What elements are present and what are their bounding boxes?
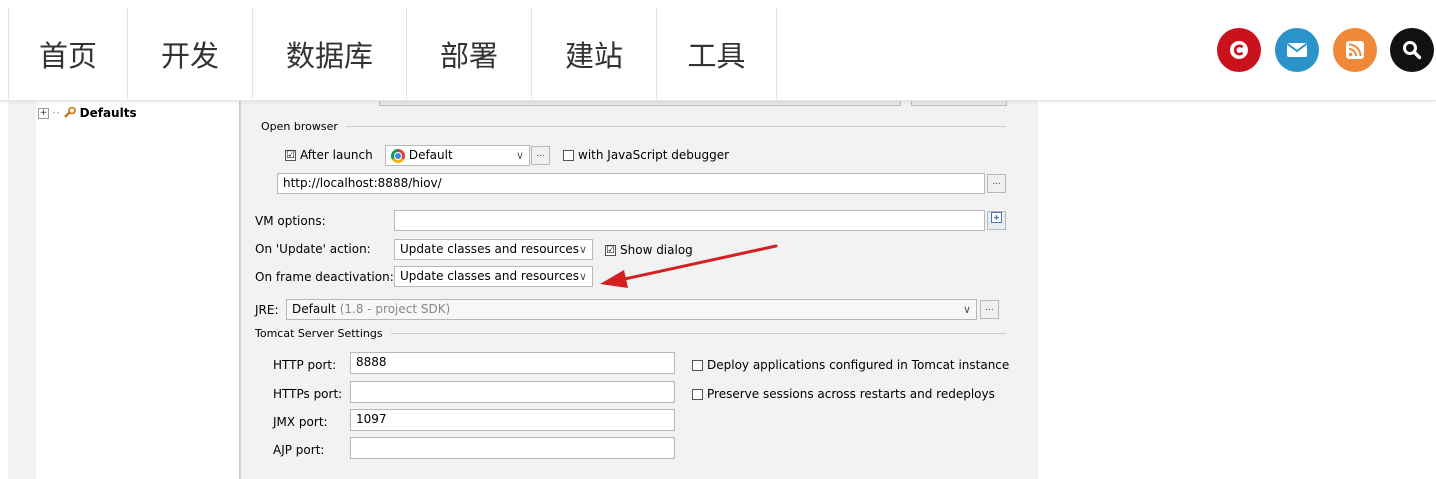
js-debugger-checkbox[interactable]: with JavaScript debugger	[563, 148, 729, 162]
jre-select[interactable]: Default (1.8 - project SDK) ∨	[286, 299, 977, 320]
tree-node-label: Defaults	[79, 106, 137, 120]
chevron-down-icon: ∨	[962, 303, 971, 316]
on-frame-value: Update classes and resources	[400, 269, 580, 283]
preserve-sessions-checkbox[interactable]: Preserve sessions across restarts and re…	[692, 387, 995, 401]
expand-icon[interactable]: +	[38, 107, 49, 119]
csdn-icon[interactable]	[1217, 28, 1261, 72]
tomcat-settings-label: Tomcat Server Settings	[255, 327, 383, 340]
deploy-apps-checkbox[interactable]: Deploy applications configured in Tomcat…	[692, 358, 1009, 372]
startup-url-field[interactable]: http://localhost:8888/hiov/	[277, 173, 985, 194]
jre-more-button[interactable]: ...	[980, 300, 999, 319]
jre-value: Default	[292, 302, 336, 316]
url-more-button[interactable]: ...	[987, 174, 1006, 193]
config-tree: + ·· Defaults	[36, 100, 240, 479]
browser-select[interactable]: Default ∨	[385, 145, 530, 166]
https-port-label: HTTPs port:	[273, 387, 343, 401]
deploy-apps-label: Deploy applications configured in Tomcat…	[707, 358, 1010, 372]
https-port-field[interactable]	[350, 381, 675, 403]
after-launch-check: ☑	[285, 149, 296, 161]
tree-connector: ··	[52, 106, 60, 120]
chrome-icon	[391, 148, 405, 163]
after-launch-checkbox[interactable]: ☑ After launch	[285, 148, 373, 162]
search-icon[interactable]	[1390, 28, 1434, 72]
js-debugger-label: with JavaScript debugger	[578, 148, 730, 162]
nav-tools[interactable]: 工具	[657, 8, 777, 99]
jmx-port-field[interactable]: 1097	[350, 409, 675, 431]
chevron-down-icon: ∨	[515, 149, 524, 162]
run-config-dialog: + ·· Defaults Open browser ☑ After launc…	[8, 100, 1038, 479]
nav-home[interactable]: 首页	[8, 8, 128, 99]
ajp-port-label: AJP port:	[273, 443, 325, 457]
tomcat-settings-group: Tomcat Server Settings	[255, 327, 1006, 340]
nav-dev[interactable]: 开发	[128, 8, 253, 99]
browser-select-value: Default	[408, 148, 453, 162]
email-icon[interactable]	[1275, 28, 1319, 72]
deploy-apps-check	[692, 359, 703, 371]
on-frame-label: On frame deactivation:	[255, 270, 394, 284]
jmx-port-label: JMX port:	[273, 415, 328, 429]
nav-site[interactable]: 建站	[532, 8, 657, 99]
on-update-value: Update classes and resources	[400, 242, 580, 256]
on-update-select[interactable]: Update classes and resources ∨	[394, 239, 593, 260]
preserve-sessions-check	[692, 388, 703, 400]
top-nav: 首页 开发 数据库 部署 建站 工具	[0, 0, 1436, 101]
preserve-sessions-label: Preserve sessions across restarts and re…	[707, 387, 995, 401]
rss-icon[interactable]	[1333, 28, 1377, 72]
nav-deploy[interactable]: 部署	[407, 8, 532, 99]
on-frame-select[interactable]: Update classes and resources ∨	[394, 266, 593, 287]
vm-options-label: VM options:	[255, 214, 326, 228]
expand-field-icon[interactable]	[987, 211, 1006, 230]
jre-label: JRE:	[255, 303, 279, 317]
chevron-down-icon: ∨	[578, 270, 587, 283]
browser-more-button[interactable]: ...	[531, 146, 550, 165]
tree-node-defaults[interactable]: + ·· Defaults	[38, 106, 137, 120]
after-launch-label: After launch	[300, 148, 373, 162]
open-browser-group: Open browser	[261, 120, 1006, 133]
open-browser-label: Open browser	[261, 120, 338, 133]
js-debugger-check	[563, 149, 574, 161]
vm-options-field[interactable]	[394, 210, 985, 231]
wrench-icon	[63, 107, 76, 118]
nav-database[interactable]: 数据库	[253, 8, 407, 99]
jre-hint: (1.8 - project SDK)	[339, 302, 451, 316]
http-port-label: HTTP port:	[273, 358, 337, 372]
http-port-field[interactable]: 8888	[350, 352, 675, 374]
on-update-label: On 'Update' action:	[255, 242, 371, 256]
ajp-port-field[interactable]	[350, 437, 675, 459]
annotation-arrow-icon	[600, 244, 778, 288]
chevron-down-icon: ∨	[578, 243, 587, 256]
